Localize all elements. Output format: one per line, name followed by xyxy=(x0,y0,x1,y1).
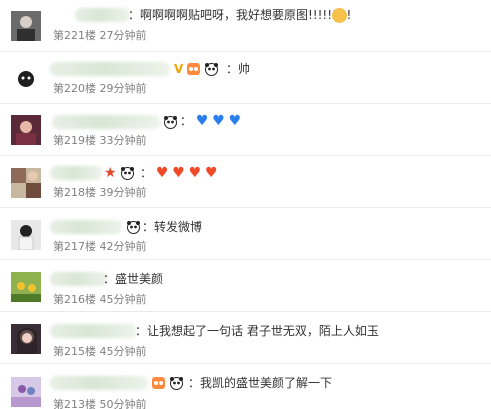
avatar[interactable] xyxy=(11,272,41,302)
floor-time: 第213楼 50分钟前 xyxy=(53,398,147,409)
comment-item: ：盛世美颜 第216楼 45分钟前 xyxy=(0,260,491,312)
comment-item: V ：帅 第220楼 29分钟前 xyxy=(0,52,491,104)
user-badges xyxy=(151,375,184,391)
avatar[interactable] xyxy=(11,11,41,41)
username-blurred[interactable] xyxy=(50,376,148,390)
comment-text: ：转发微博 xyxy=(142,220,203,234)
user-badges: ★ xyxy=(104,165,135,181)
floor-time: 第220楼 29分钟前 xyxy=(53,82,147,95)
avatar[interactable] xyxy=(11,377,41,407)
blue-heart-icon: ♥ xyxy=(212,113,225,129)
user-badges xyxy=(163,114,178,130)
panda-icon xyxy=(120,166,135,180)
comment-item: ★ ： ♥ ♥ ♥ ♥ 第218楼 39分钟前 xyxy=(0,156,491,208)
panda-icon xyxy=(204,62,219,76)
blue-heart-icon: ♥ xyxy=(195,113,209,129)
red-heart-icon: ♥ xyxy=(155,165,169,181)
comment-text: ： ♥ ♥ ♥ xyxy=(180,113,241,129)
fan-badge-icon xyxy=(186,62,201,76)
comment-list: ：啊啊啊啊贴吧呀，我好想要原图!!!!!!!!! 第221楼 27分钟前 V ：… xyxy=(0,0,491,409)
floor-time: 第219楼 33分钟前 xyxy=(53,134,147,147)
username-blurred[interactable] xyxy=(50,220,122,234)
username-blurred[interactable] xyxy=(75,8,130,22)
avatar[interactable] xyxy=(11,220,41,250)
colon-prefix: ： xyxy=(140,166,153,180)
comment-text: ：盛世美颜 xyxy=(103,272,164,286)
user-badges: V xyxy=(174,61,219,77)
comment-text: ：我凯的盛世美颜了解一下 xyxy=(188,376,333,390)
sleepy-face-emoji xyxy=(332,8,347,23)
floor-time: 第221楼 27分钟前 xyxy=(53,29,147,42)
comment-item: ：让我想起了一句话 君子世无双，陌上人如玉 第215楼 45分钟前 xyxy=(0,312,491,364)
panda-icon xyxy=(169,376,184,390)
username-blurred[interactable] xyxy=(50,324,136,338)
comment-text: ： ♥ ♥ ♥ ♥ xyxy=(140,165,218,181)
username-blurred[interactable] xyxy=(50,166,102,180)
comment-text: ：帅 xyxy=(226,62,251,76)
username-blurred[interactable] xyxy=(50,62,170,76)
avatar[interactable] xyxy=(11,168,41,198)
blue-heart-icon: ♥ xyxy=(228,113,242,129)
panda-icon xyxy=(126,220,141,234)
username-blurred[interactable] xyxy=(50,272,108,286)
comment-item: ：转发微博 第217楼 42分钟前 xyxy=(0,208,491,260)
comment-text: ：啊啊啊啊贴吧呀，我好想要原图!!!!!!!!! xyxy=(128,8,352,22)
comment-text: ：让我想起了一句话 君子世无双，陌上人如玉 xyxy=(135,324,379,338)
fan-badge-icon xyxy=(151,376,166,390)
floor-time: 第215楼 45分钟前 xyxy=(53,345,147,358)
username-blurred[interactable] xyxy=(52,115,160,129)
floor-time: 第216楼 45分钟前 xyxy=(53,293,147,306)
panda-icon xyxy=(163,115,178,129)
red-heart-icon: ♥ xyxy=(172,165,185,181)
floor-time: 第217楼 42分钟前 xyxy=(53,240,147,253)
avatar[interactable] xyxy=(11,324,41,354)
comment-item: ：啊啊啊啊贴吧呀，我好想要原图!!!!!!!!! 第221楼 27分钟前 xyxy=(0,0,491,52)
comment-item: ：我凯的盛世美颜了解一下 第213楼 50分钟前 xyxy=(0,364,491,409)
red-heart-icon: ♥ xyxy=(188,165,202,181)
floor-time: 第218楼 39分钟前 xyxy=(53,186,147,199)
red-heart-icon: ♥ xyxy=(205,165,218,181)
avatar[interactable] xyxy=(11,64,41,94)
comment-item: ： ♥ ♥ ♥ 第219楼 33分钟前 xyxy=(0,104,491,156)
user-badges xyxy=(126,219,141,235)
star-icon: ★ xyxy=(104,165,117,181)
avatar[interactable] xyxy=(11,115,41,145)
verified-v-icon: V xyxy=(174,62,184,76)
colon-prefix: ： xyxy=(180,114,193,128)
